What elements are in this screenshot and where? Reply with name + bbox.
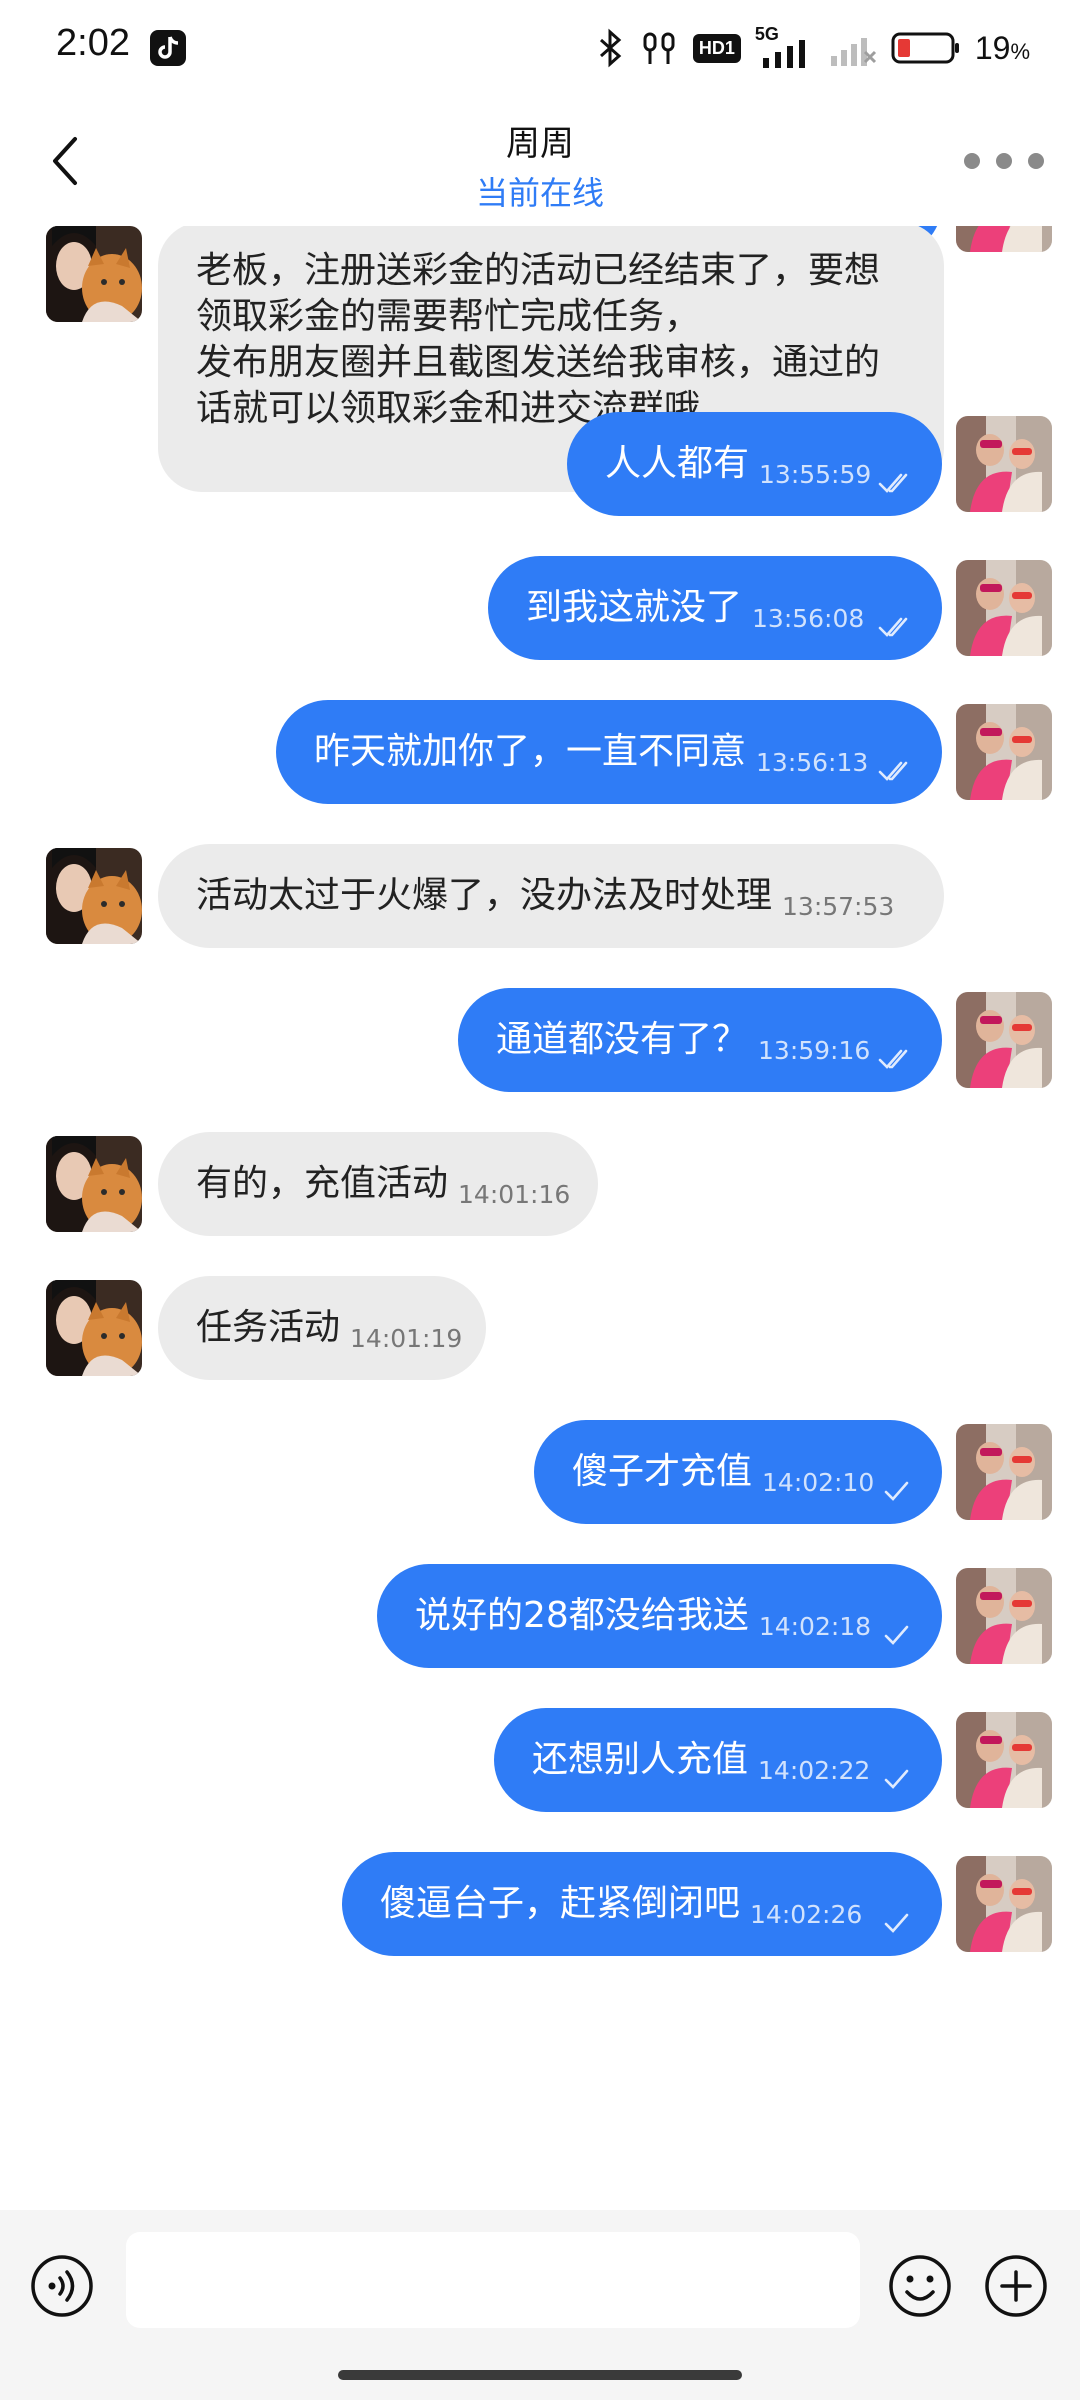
message-bubble[interactable]: 通道都没有了？ 13:59:16 xyxy=(458,988,942,1092)
more-dot-icon xyxy=(1028,153,1044,169)
chat-header: 周周 当前在线 xyxy=(0,96,1080,226)
more-dot-icon xyxy=(996,153,1012,169)
emoji-icon xyxy=(889,2255,951,2317)
battery-unit: % xyxy=(1010,38,1030,64)
hd-label: HD1 xyxy=(698,37,735,58)
status-icons: HD1 5G 19% xyxy=(595,24,1030,72)
message-timestamp: 14:01:19 xyxy=(350,1324,463,1353)
home-indicator[interactable] xyxy=(338,2370,742,2380)
message-text: 通道都没有了？ xyxy=(496,1019,749,1060)
online-status: 当前在线 xyxy=(475,174,604,212)
message-text-line: 老板，注册送彩金的活动已经结束了，要想 xyxy=(196,250,881,291)
my-avatar[interactable] xyxy=(956,704,1052,800)
bluetooth-icon xyxy=(599,28,622,68)
message-bubble[interactable]: 还想别人充值 14:02:22 xyxy=(494,1708,942,1812)
single-check-icon xyxy=(884,1769,909,1789)
battery-value: 19 xyxy=(974,29,1011,66)
message-list[interactable]: 领取28彩金码13:49:06老板，注册送彩金的活动已经结束了，要想领取彩金的需… xyxy=(0,226,1080,2210)
message-row-incoming: 有的，充值活动 14:01:16 xyxy=(0,1132,1080,1242)
message-text: 还想别人充值 xyxy=(532,1739,749,1780)
message-bubble[interactable]: 活动太过于火爆了，没办法及时处理 13:57:53 xyxy=(158,844,944,948)
status-time: 2:02 xyxy=(56,22,130,64)
double-check-icon xyxy=(878,617,908,637)
message-text: 任务活动 xyxy=(196,1307,341,1348)
contact-name: 周周 xyxy=(506,124,574,164)
message-text-line: 发布朋友圈并且截图发送给我审核，通过的 xyxy=(196,342,881,383)
message-text: 傻子才充值 xyxy=(572,1451,753,1492)
message-row-outgoing: 还想别人充值 14:02:22 xyxy=(0,1708,1080,1818)
more-dot-icon xyxy=(964,153,980,169)
message-bubble[interactable]: 傻逼台子，赶紧倒闭吧 14:02:26 xyxy=(342,1852,942,1956)
tiktok-app-icon xyxy=(150,30,186,66)
message-bubble[interactable]: 说好的28都没给我送 14:02:18 xyxy=(377,1564,942,1668)
message-text: 活动太过于火爆了，没办法及时处理 xyxy=(196,875,773,916)
double-check-icon xyxy=(878,761,908,781)
status-bar: 2:02 HD1 5G 19% xyxy=(0,0,1080,96)
my-avatar[interactable] xyxy=(956,992,1052,1088)
single-check-icon xyxy=(884,1481,909,1501)
message-bubble[interactable]: 任务活动 14:01:19 xyxy=(158,1276,486,1380)
message-row-outgoing: 傻子才充值 14:02:10 xyxy=(0,1420,1080,1530)
message-text-line: 领取彩金的需要帮忙完成任务， xyxy=(196,296,701,337)
message-text: 昨天就加你了，一直不同意 xyxy=(314,731,747,772)
contact-avatar[interactable] xyxy=(46,226,142,322)
signal-2-icon xyxy=(830,38,876,66)
contact-avatar[interactable] xyxy=(46,1280,142,1376)
message-input[interactable] xyxy=(126,2232,860,2328)
my-avatar[interactable] xyxy=(956,1568,1052,1664)
message-timestamp: 14:01:16 xyxy=(458,1180,571,1209)
message-timestamp: 13:56:08 xyxy=(752,604,865,633)
single-check-icon xyxy=(884,1913,909,1933)
message-timestamp: 13:55:59 xyxy=(759,460,872,489)
battery-icon xyxy=(891,32,959,64)
my-avatar[interactable] xyxy=(956,1856,1052,1952)
battery-percent: 19% xyxy=(975,30,1030,67)
message-timestamp: 14:02:22 xyxy=(758,1756,871,1785)
message-bubble[interactable]: 到我这就没了 13:56:08 xyxy=(488,556,942,660)
message-text: 人人都有 xyxy=(605,443,750,484)
message-timestamp: 13:56:13 xyxy=(756,748,869,777)
message-timestamp: 14:02:18 xyxy=(758,1612,872,1641)
contact-avatar[interactable] xyxy=(46,1136,142,1232)
single-check-icon xyxy=(884,1625,909,1645)
message-timestamp: 13:59:16 xyxy=(758,1036,871,1065)
message-text: 说好的28都没给我送 xyxy=(415,1595,749,1636)
message-text: 有的，充值活动 xyxy=(196,1163,449,1204)
message-row-incoming: 老板，注册送彩金的活动已经结束了，要想 领取彩金的需要帮忙完成任务， 发布朋友圈并且… xyxy=(0,226,1080,492)
signal-5g: 5G xyxy=(755,24,815,68)
contact-avatar[interactable] xyxy=(46,848,142,944)
plus-button[interactable] xyxy=(984,2254,1048,2318)
earbuds-icon xyxy=(643,32,675,64)
my-avatar[interactable] xyxy=(956,1424,1052,1520)
message-text: 傻逼台子，赶紧倒闭吧 xyxy=(380,1883,741,1924)
signal-bars-icon xyxy=(762,40,805,68)
message-timestamp: 14:02:10 xyxy=(762,1468,875,1497)
message-row-outgoing: 说好的28都没给我送 14:02:18 xyxy=(0,1564,1080,1674)
my-avatar[interactable] xyxy=(956,1712,1052,1808)
message-row-outgoing: 通道都没有了？ 13:59:16 xyxy=(0,988,1080,1098)
message-timestamp: 13:57:53 xyxy=(782,892,895,921)
plus-circle-icon xyxy=(985,2255,1047,2317)
message-row-outgoing: 到我这就没了 13:56:08 xyxy=(0,556,1080,666)
message-row-incoming: 任务活动 14:01:19 xyxy=(0,1276,1080,1386)
my-avatar[interactable] xyxy=(956,416,1052,512)
hd-badge: HD1 xyxy=(692,33,741,63)
emoji-button[interactable] xyxy=(888,2254,952,2318)
message-row-outgoing: 傻逼台子，赶紧倒闭吧 14:02:26 xyxy=(0,1852,1080,1962)
more-button[interactable] xyxy=(964,136,1044,186)
message-bubble[interactable]: 傻子才充值 14:02:10 xyxy=(534,1420,942,1524)
message-row-outgoing: 昨天就加你了，一直不同意 13:56:13 xyxy=(0,700,1080,810)
message-bubble[interactable]: 人人都有 13:55:59 xyxy=(567,412,942,516)
message-timestamp: 14:02:26 xyxy=(750,1900,863,1929)
message-row-incoming: 活动太过于火爆了，没办法及时处理 13:57:53 xyxy=(0,844,1080,954)
my-avatar[interactable] xyxy=(956,560,1052,656)
voice-icon xyxy=(31,2255,93,2317)
message-text: 到我这就没了 xyxy=(526,587,743,628)
message-row-outgoing: 人人都有 13:55:59 xyxy=(0,412,1080,522)
voice-button[interactable] xyxy=(30,2254,94,2318)
message-bubble[interactable]: 有的，充值活动 14:01:16 xyxy=(158,1132,598,1236)
double-check-icon xyxy=(878,1049,908,1069)
message-bubble[interactable]: 昨天就加你了，一直不同意 13:56:13 xyxy=(276,700,942,804)
double-check-icon xyxy=(878,473,908,493)
